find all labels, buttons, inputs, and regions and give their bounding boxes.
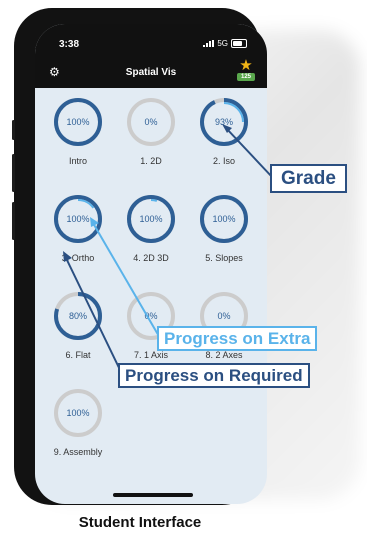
figure-caption: Student Interface (78, 514, 202, 531)
grade-callout: Grade (270, 164, 347, 193)
progress-extra-callout: Progress on Extra (157, 326, 318, 351)
extra-arrow-line (92, 222, 161, 339)
grade-arrow-line (225, 127, 274, 179)
required-arrow-line (65, 257, 123, 375)
progress-required-callout: Progress on Required (118, 363, 310, 388)
annotation-arrows (63, 124, 274, 375)
